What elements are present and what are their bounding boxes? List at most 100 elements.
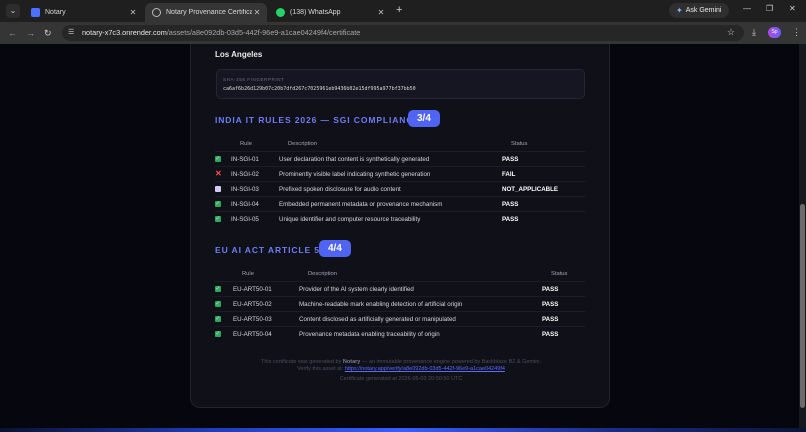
table-row: ✓ IN-SGI-05 Unique identifier and computer… <box>215 211 586 226</box>
rule-id: EU-ART50-03 <box>233 316 272 323</box>
rule-status: PASS <box>502 216 519 223</box>
certificate-card: Los Angeles SHA-256 FINGERPRINT ca6af6b2… <box>190 44 610 408</box>
rule-description: Embedded permanent metadata or provenanc… <box>279 201 443 208</box>
tab-bar: ⌄ Notary ✕ Notary Provenance Certificate… <box>0 0 806 22</box>
download-icon[interactable]: ⤓ <box>752 27 756 38</box>
rule-status: PASS <box>542 286 559 293</box>
rule-id: IN-SGI-04 <box>231 201 259 208</box>
check-icon: ✓ <box>215 200 221 207</box>
close-tab-icon[interactable]: ✕ <box>252 8 262 17</box>
rule-status: PASS <box>542 316 559 323</box>
rule-description: User declaration that content is synthet… <box>279 156 430 163</box>
table-row: ✓ EU-ART50-04 Provenance metadata enabling… <box>215 326 586 341</box>
hash-label: SHA-256 FINGERPRINT <box>223 77 285 82</box>
close-tab-icon[interactable]: ✕ <box>376 8 386 17</box>
footer-credit: This certificate was generated by Notary… <box>191 359 611 365</box>
forward-arrow-icon[interactable]: → <box>26 27 35 39</box>
rule-status: NOT_APPLICABLE <box>502 186 559 193</box>
rule-description: Provider of the AI system clearly identi… <box>299 286 414 293</box>
address-bar[interactable]: ☰ notary-x7c3.onrender.com/assets/a8e092… <box>62 25 744 41</box>
check-icon: ✓ <box>215 215 221 222</box>
rule-description: Machine-readable mark enabling detection… <box>299 301 463 308</box>
table-row: IN-SGI-03 Prefixed spoken disclosure for … <box>215 181 586 196</box>
rule-description: Unique identifier and computer resource … <box>279 216 421 223</box>
india-rules-table: Rule Description Status ✓ IN-SGI-01 User d… <box>215 141 586 233</box>
table-row: ✓ IN-SGI-04 Embedded permanent metadata or… <box>215 196 586 211</box>
reload-icon[interactable]: ↻ <box>44 27 52 39</box>
eu-rules-table: Rule Description Status ✓ EU-ART50-01 Prov… <box>215 271 586 349</box>
rule-id: IN-SGI-03 <box>231 186 259 193</box>
rule-id: EU-ART50-04 <box>233 331 272 338</box>
table-row: ✓ EU-ART50-02 Machine-readable mark enabli… <box>215 296 586 311</box>
col-header-rule: Rule <box>240 141 252 147</box>
section-title-india: INDIA IT RULES 2026 — SGI COMPLIANCE <box>215 115 420 125</box>
rule-description: Provenance metadata enabling traceabilit… <box>299 331 440 338</box>
tab-whatsapp[interactable]: (138) WhatsApp ✕ <box>269 3 391 22</box>
rule-status: PASS <box>542 331 559 338</box>
site-info-icon[interactable]: ☰ <box>68 28 74 36</box>
gemini-sparkle-icon: ✦ <box>676 6 683 15</box>
minimize-icon[interactable]: — <box>743 4 751 13</box>
tab-title: (138) WhatsApp <box>290 9 341 16</box>
verify-link[interactable]: https://notary.app/verify/a8e092db-03d5-… <box>345 366 505 372</box>
rule-description: Prominently visible label indicating syn… <box>279 171 431 178</box>
bookmark-star-icon[interactable]: ☆ <box>727 27 735 38</box>
check-icon: ✓ <box>215 315 221 322</box>
footer-brand: Notary <box>342 359 361 365</box>
check-icon: ✓ <box>215 330 221 337</box>
table-row: ✕ IN-SGI-02 Prominently visible label indi… <box>215 166 586 181</box>
globe-icon <box>152 8 161 17</box>
restore-icon[interactable]: ❐ <box>766 4 773 13</box>
col-header-rule: Rule <box>242 271 254 277</box>
col-header-status: Status <box>551 271 568 277</box>
hash-box: SHA-256 FINGERPRINT ca6af6b26d129b07c20b… <box>216 69 585 99</box>
ask-gemini-button[interactable]: ✦ Ask Gemini <box>669 3 729 18</box>
fail-x-icon: ✕ <box>215 169 222 178</box>
tab-title: Notary Provenance Certificate <box>166 9 252 16</box>
rule-id: IN-SGI-02 <box>231 171 259 178</box>
footer-generated: Certificate generated at 2026-05-03 20:5… <box>339 376 463 382</box>
rule-id: IN-SGI-01 <box>231 156 259 163</box>
tab-certificate[interactable]: Notary Provenance Certificate ✕ <box>145 3 267 22</box>
profile-avatar[interactable]: Sp <box>768 27 781 38</box>
col-header-description: Description <box>288 141 317 147</box>
not-applicable-icon <box>215 186 221 192</box>
ask-gemini-label: Ask Gemini <box>685 7 722 14</box>
tab-notary[interactable]: Notary ✕ <box>24 3 143 22</box>
section-score-badge: 4/4 <box>319 240 351 257</box>
notary-logo-icon <box>31 8 40 17</box>
section-title-eu: EU AI ACT ARTICLE 50 <box>215 245 326 255</box>
table-row: ✓ EU-ART50-03 Content disclosed as artific… <box>215 311 586 326</box>
rule-id: EU-ART50-01 <box>233 286 272 293</box>
check-icon: ✓ <box>215 285 221 292</box>
col-header-description: Description <box>308 271 337 277</box>
rule-id: IN-SGI-05 <box>231 216 259 223</box>
table-row: ✓ EU-ART50-01 Provider of the AI system cl… <box>215 281 586 296</box>
back-arrow-icon[interactable]: ← <box>8 27 17 39</box>
footer-text: This certificate was generated by <box>260 359 342 365</box>
location-value: Los Angeles <box>215 50 263 59</box>
check-icon: ✓ <box>215 155 221 162</box>
menu-kebab-icon[interactable]: ⋮ <box>792 27 801 38</box>
rule-status: PASS <box>502 156 519 163</box>
col-header-status: Status <box>511 141 528 147</box>
new-tab-button[interactable]: + <box>396 4 402 16</box>
tab-search-button[interactable]: ⌄ <box>6 4 20 18</box>
scrollbar-thumb[interactable] <box>800 204 805 408</box>
table-row: ✓ IN-SGI-01 User declaration that content … <box>215 151 586 166</box>
tab-title: Notary <box>45 9 66 16</box>
rule-description: Prefixed spoken disclosure for audio con… <box>279 186 401 193</box>
section-score-badge: 3/4 <box>408 110 440 127</box>
footer-verify: Verify this asset at: https://notary.app… <box>191 366 611 372</box>
whatsapp-icon <box>276 8 285 17</box>
page-scrollbar[interactable] <box>799 44 806 428</box>
rule-status: FAIL <box>502 171 516 178</box>
rule-description: Content disclosed as artificially genera… <box>299 316 456 323</box>
footer-text: — an immutable provenance engine powered… <box>361 359 542 365</box>
verify-label: Verify this asset at: <box>297 366 344 372</box>
check-icon: ✓ <box>215 300 221 307</box>
hash-value: ca6af6b26d129b07c20b7dfd267c7025961eb943… <box>223 86 416 92</box>
close-window-icon[interactable]: ✕ <box>789 4 796 13</box>
url-text[interactable]: notary-x7c3.onrender.com/assets/a8e092db… <box>82 28 360 37</box>
close-tab-icon[interactable]: ✕ <box>128 8 138 17</box>
